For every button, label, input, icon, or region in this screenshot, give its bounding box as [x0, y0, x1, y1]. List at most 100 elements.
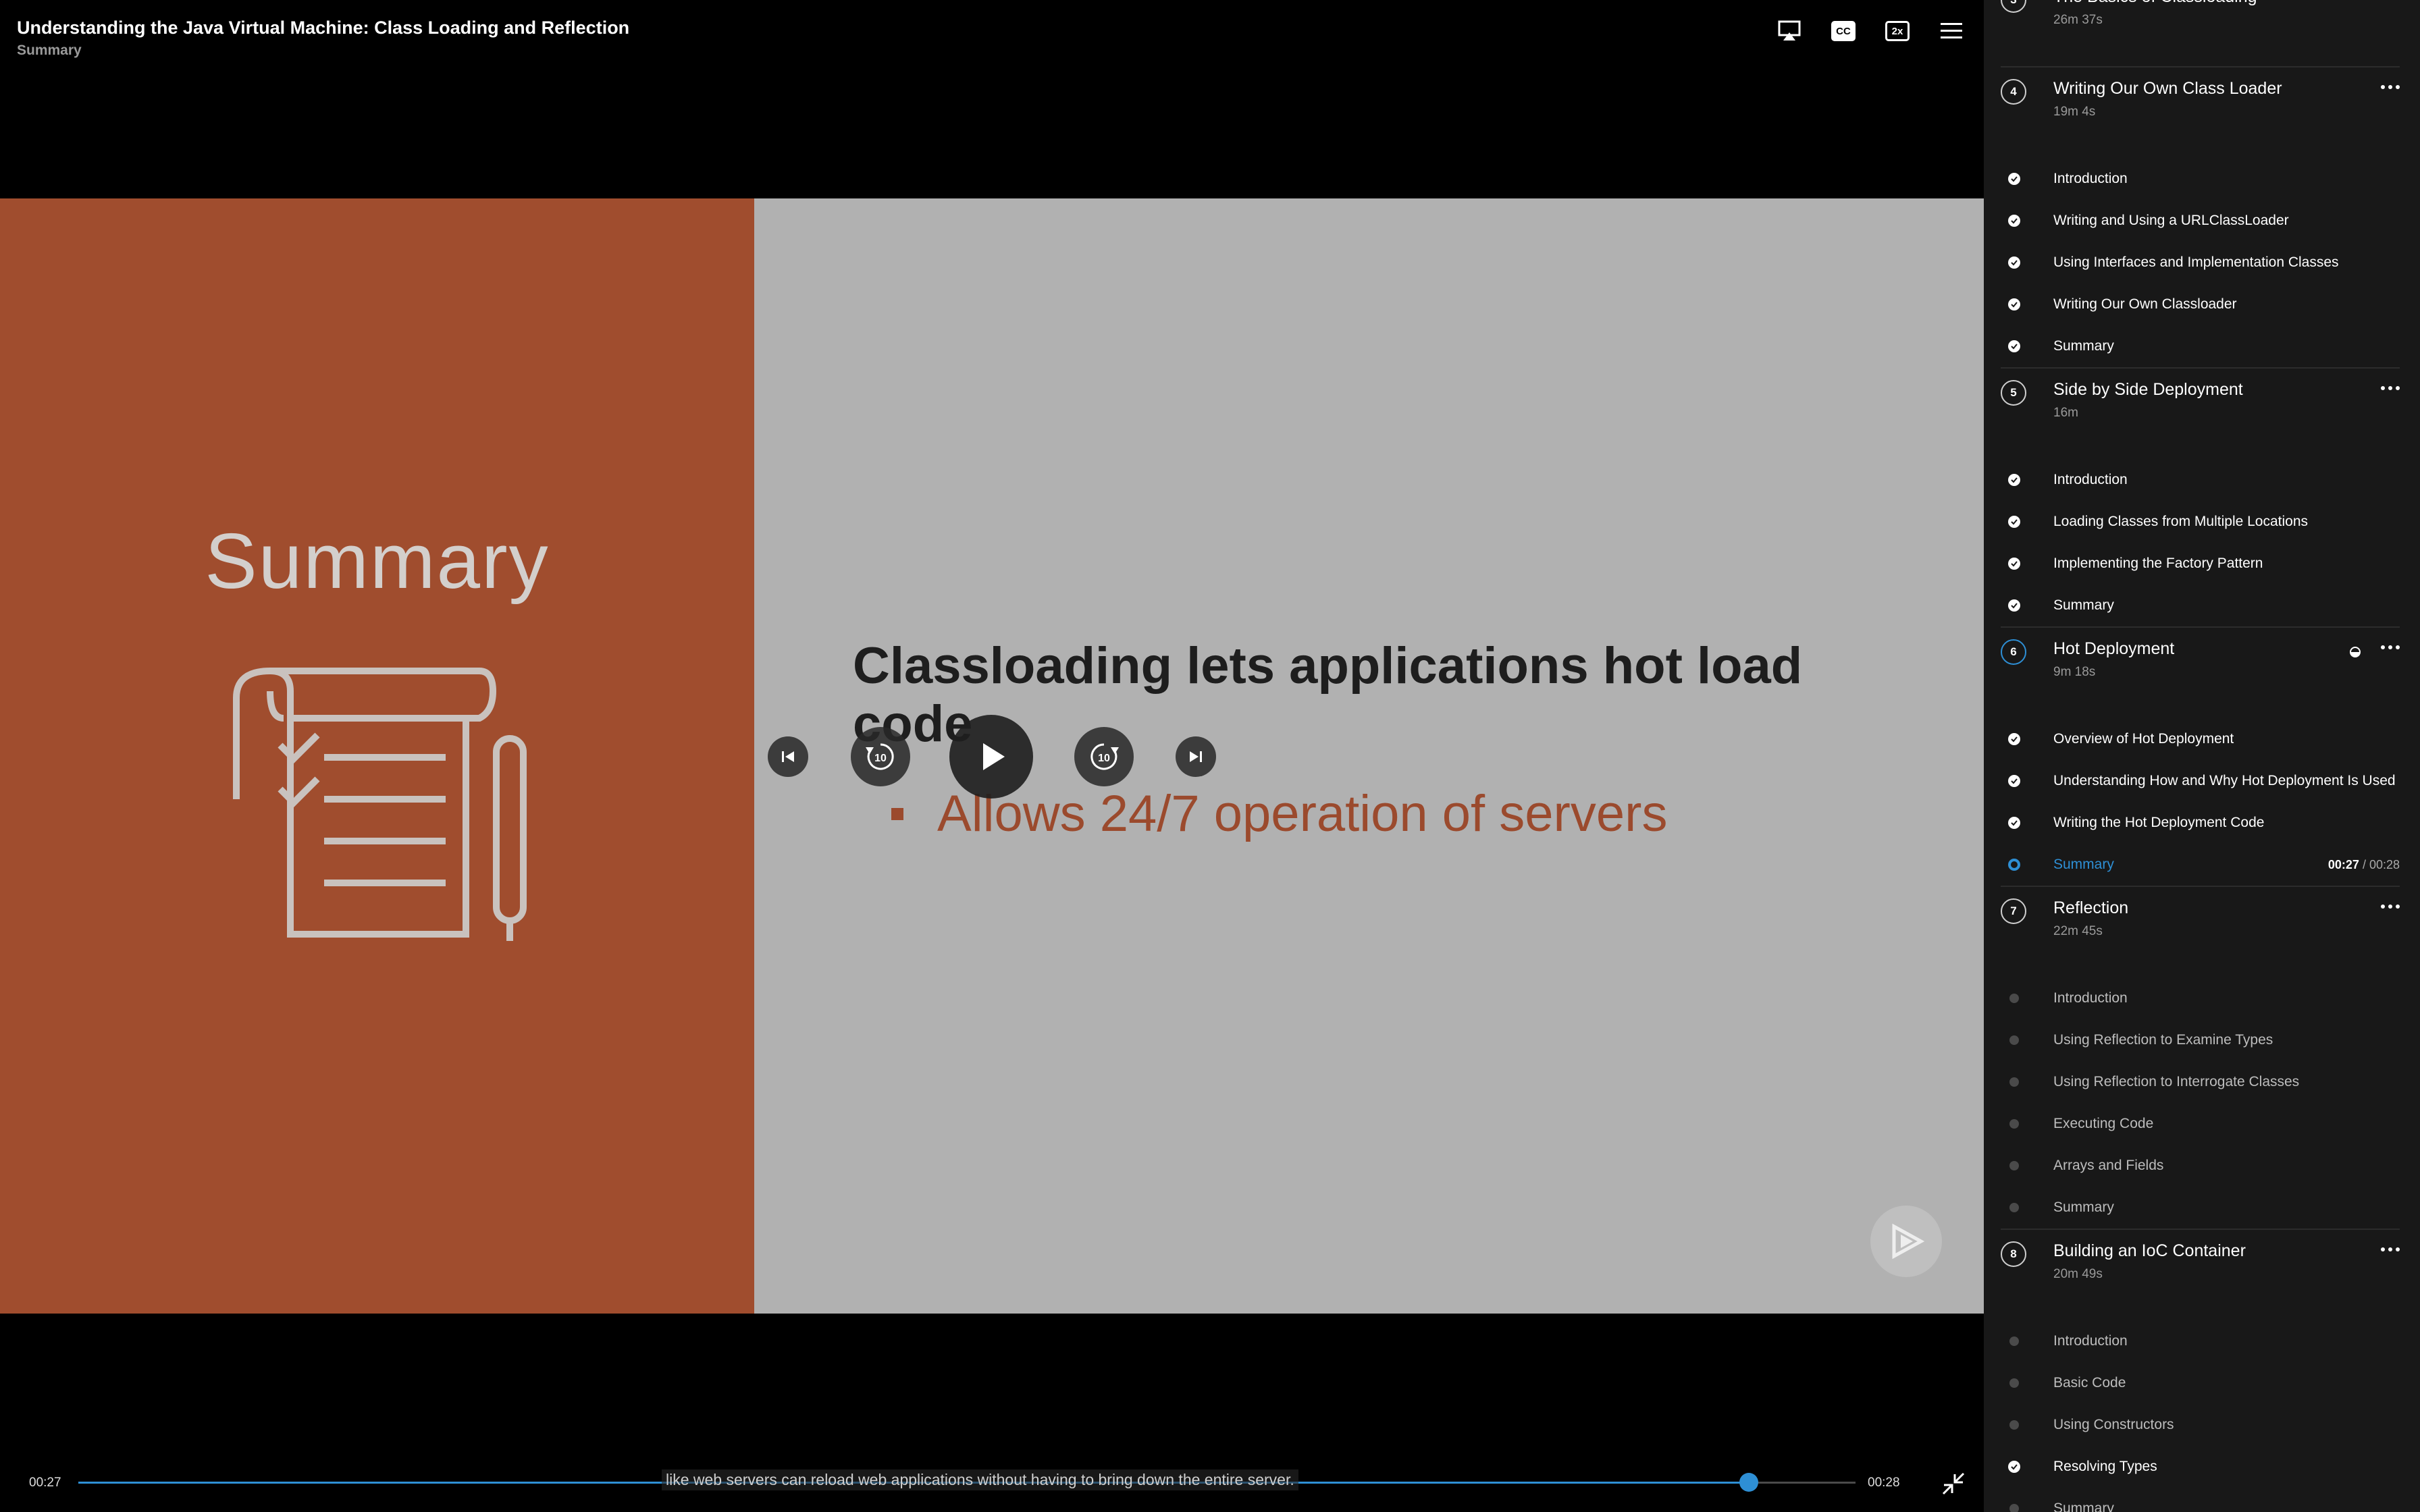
unwatched-dot-icon: [2009, 1420, 2019, 1430]
clip-title: Summary: [17, 43, 82, 58]
closed-captions-icon[interactable]: CC: [1831, 19, 1856, 43]
module-header[interactable]: 6 Hot Deployment 9m 18s: [2001, 628, 2400, 718]
module-header[interactable]: 7 Reflection 22m 45s: [2001, 887, 2400, 977]
more-options-icon[interactable]: [2381, 905, 2400, 909]
clip-item[interactable]: Basic Code: [2001, 1362, 2400, 1404]
module-number: 3: [2001, 0, 2026, 13]
clip-item[interactable]: Summary: [2001, 325, 2400, 367]
clip-title: Summary: [2053, 1199, 2114, 1215]
svg-text:10: 10: [1098, 753, 1110, 764]
pluralsight-logo-icon: [1870, 1206, 1942, 1277]
clip-item[interactable]: Summary: [2001, 1187, 2400, 1228]
module-number: 4: [2001, 79, 2026, 105]
more-options-icon[interactable]: [2381, 1247, 2400, 1251]
clip-time-total: 00:28: [2369, 857, 2400, 871]
progress-partial-icon: [2350, 647, 2361, 657]
checklist-icon: [230, 664, 540, 951]
clip-item[interactable]: Introduction: [2001, 158, 2400, 200]
previous-clip-button[interactable]: [768, 736, 808, 777]
clip-item[interactable]: Writing the Hot Deployment Code: [2001, 802, 2400, 844]
more-options-icon[interactable]: [2381, 386, 2400, 390]
clip-title: Implementing the Factory Pattern: [2053, 556, 2263, 571]
skip-next-icon: [1190, 751, 1202, 762]
module-title: Writing Our Own Class Loader: [2053, 79, 2282, 98]
time-current: 00:27: [29, 1476, 61, 1490]
clip-title: Executing Code: [2053, 1116, 2154, 1131]
module-section: 8 Building an IoC Container 20m 49s Introdu…: [2001, 1230, 2400, 1512]
forward-10-icon: 10: [1090, 743, 1119, 770]
rewind-10-icon: 10: [866, 743, 894, 770]
clip-item[interactable]: Summary 00:27 / 00:28: [2001, 844, 2400, 886]
module-header[interactable]: 4 Writing Our Own Class Loader 19m 4s: [2001, 68, 2400, 158]
forward-10-button[interactable]: 10: [1074, 727, 1134, 786]
menu-icon[interactable]: [1939, 19, 1964, 43]
clip-item[interactable]: Implementing the Factory Pattern: [2001, 543, 2400, 585]
watched-check-icon: [2008, 775, 2020, 787]
clip-title: Writing Our Own Classloader: [2053, 296, 2237, 312]
svg-text:10: 10: [874, 753, 887, 764]
rewind-10-button[interactable]: 10: [851, 727, 910, 786]
player-header: Understanding the Java Virtual Machine: …: [17, 18, 629, 59]
clip-title: Using Interfaces and Implementation Clas…: [2053, 254, 2339, 270]
watched-check-icon: [2008, 733, 2020, 745]
unwatched-dot-icon: [2009, 1035, 2019, 1045]
module-number: 5: [2001, 380, 2026, 406]
clip-item[interactable]: Introduction: [2001, 1320, 2400, 1362]
clip-item[interactable]: Resolving Types: [2001, 1446, 2400, 1488]
clip-title: Using Reflection to Interrogate Classes: [2053, 1074, 2300, 1089]
module-duration: 26m 37s: [2053, 13, 2103, 27]
clip-item[interactable]: Overview of Hot Deployment: [2001, 718, 2400, 760]
clip-item[interactable]: Writing and Using a URLClassLoader: [2001, 200, 2400, 242]
clip-title: Arrays and Fields: [2053, 1158, 2164, 1173]
clip-item[interactable]: Using Constructors: [2001, 1404, 2400, 1446]
exit-fullscreen-icon[interactable]: [1941, 1472, 1966, 1496]
clip-title: Introduction: [2053, 990, 2128, 1006]
module-section: 3 The Basics of Classloading 26m 37s: [2001, 0, 2400, 68]
now-playing-icon: [2008, 859, 2020, 871]
watched-check-icon: [2008, 215, 2020, 227]
playback-speed-icon[interactable]: 2x: [1885, 19, 1910, 43]
clip-item[interactable]: Executing Code: [2001, 1103, 2400, 1145]
clip-item[interactable]: Summary: [2001, 585, 2400, 626]
module-list: 3 The Basics of Classloading 26m 37s 4 Writi…: [1984, 0, 2420, 1512]
clip-item[interactable]: Introduction: [2001, 459, 2400, 501]
clip-title: Introduction: [2053, 1333, 2128, 1349]
slide-bullet-text: Allows 24/7 operation of servers: [937, 785, 1668, 842]
clip-title: Basic Code: [2053, 1375, 2126, 1390]
play-button[interactable]: [949, 715, 1033, 799]
clip-item[interactable]: Using Reflection to Interrogate Classes: [2001, 1061, 2400, 1103]
more-options-icon[interactable]: [2381, 85, 2400, 89]
module-header[interactable]: 5 Side by Side Deployment 16m: [2001, 369, 2400, 459]
play-icon: [983, 743, 1005, 770]
module-title: The Basics of Classloading: [2053, 0, 2257, 7]
clip-item[interactable]: Arrays and Fields: [2001, 1145, 2400, 1187]
clip-title: Using Constructors: [2053, 1417, 2174, 1432]
clip-item[interactable]: Summary: [2001, 1488, 2400, 1512]
module-header[interactable]: 3 The Basics of Classloading 26m 37s: [2001, 0, 2400, 66]
clip-item[interactable]: Writing Our Own Classloader: [2001, 284, 2400, 325]
video-player[interactable]: Understanding the Java Virtual Machine: …: [0, 0, 1984, 1512]
watched-check-icon: [2008, 558, 2020, 570]
clip-item[interactable]: Loading Classes from Multiple Locations: [2001, 501, 2400, 543]
more-options-icon[interactable]: [2381, 645, 2400, 649]
watched-check-icon: [2008, 256, 2020, 269]
unwatched-dot-icon: [2009, 1336, 2019, 1346]
clip-title: Writing the Hot Deployment Code: [2053, 815, 2265, 830]
clip-item[interactable]: Understanding How and Why Hot Deployment…: [2001, 760, 2400, 802]
course-outline-sidebar[interactable]: 3 The Basics of Classloading 26m 37s 4 Writi…: [1984, 0, 2420, 1512]
module-header[interactable]: 8 Building an IoC Container 20m 49s: [2001, 1230, 2400, 1320]
player-toolbar: CC 2x: [1777, 19, 1964, 43]
next-clip-button[interactable]: [1176, 736, 1216, 777]
closed-captions-label: CC: [1831, 21, 1856, 41]
clip-progress-time: 00:27 / 00:28: [2327, 857, 2400, 871]
bullet-marker: [891, 807, 903, 820]
clip-item[interactable]: Using Reflection to Examine Types: [2001, 1019, 2400, 1061]
clip-item[interactable]: Using Interfaces and Implementation Clas…: [2001, 242, 2400, 284]
clip-item[interactable]: Introduction: [2001, 977, 2400, 1019]
watched-check-icon: [2008, 516, 2020, 528]
clip-title: Summary: [2053, 1501, 2114, 1512]
module-title: Building an IoC Container: [2053, 1241, 2246, 1260]
airplay-icon[interactable]: [1777, 19, 1801, 43]
progress-scrubber-handle[interactable]: [1739, 1473, 1759, 1492]
clip-title: Loading Classes from Multiple Locations: [2053, 514, 2309, 529]
